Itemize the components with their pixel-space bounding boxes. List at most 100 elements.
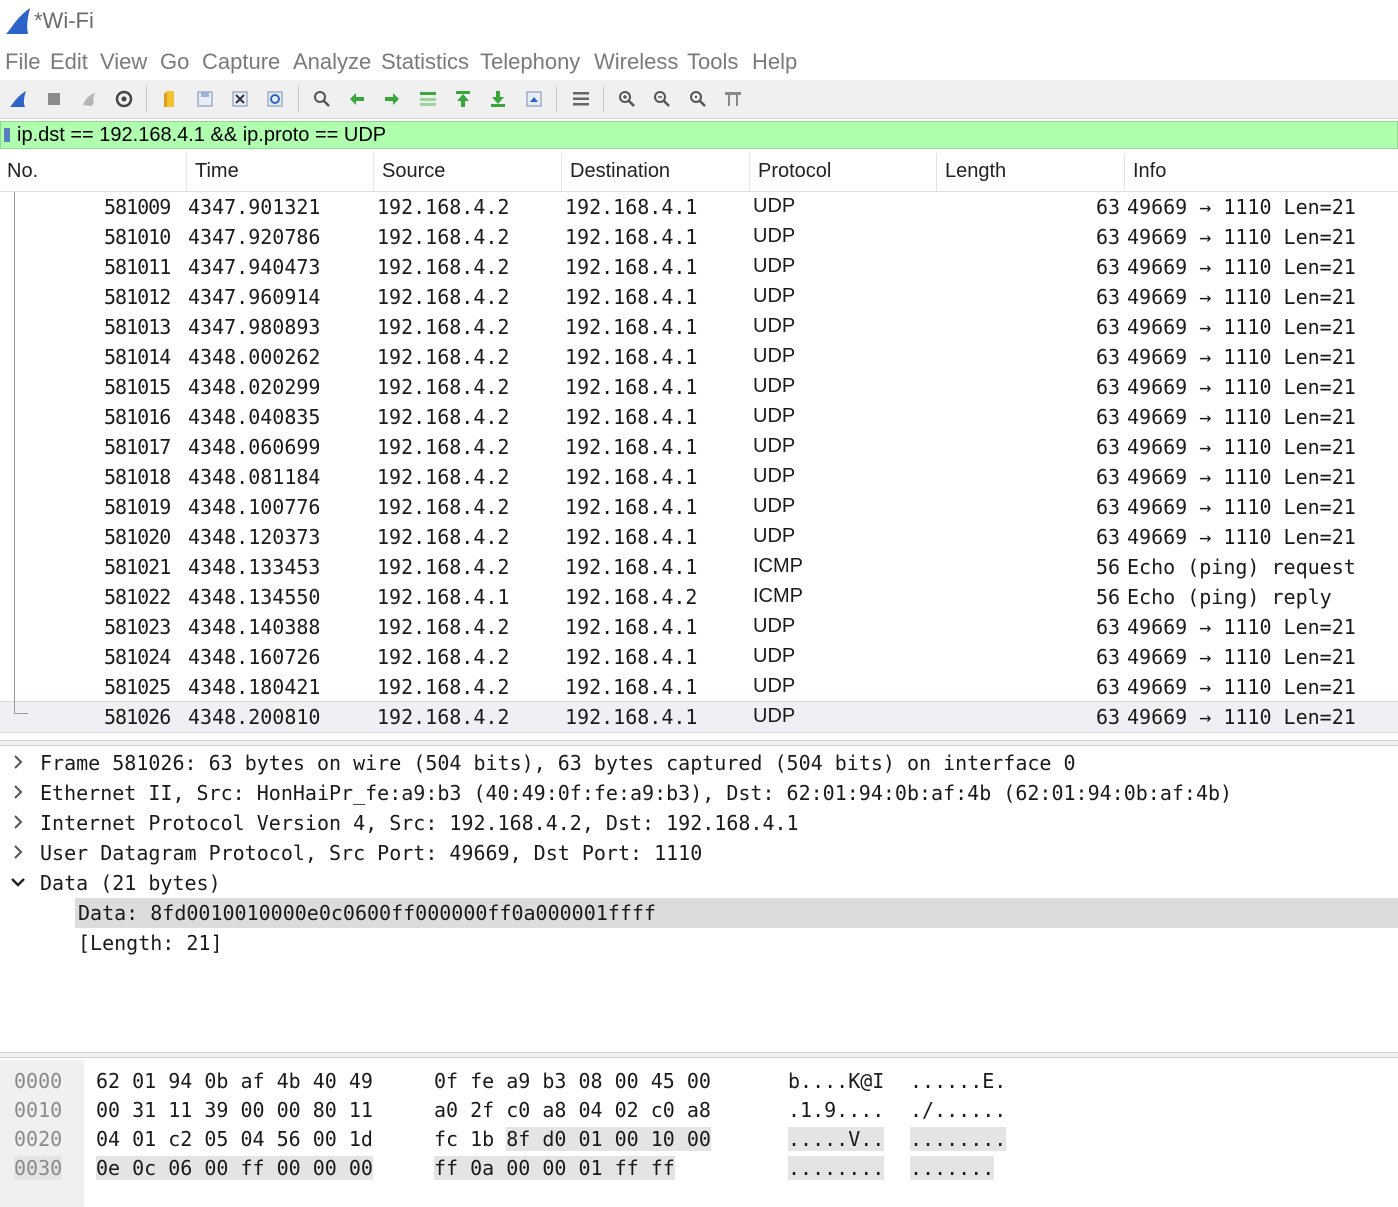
column-header-protocol[interactable]: Protocol: [758, 160, 831, 183]
chevron-right-icon[interactable]: [8, 751, 28, 773]
hex-a2: ......E.: [910, 1069, 1007, 1093]
open-folder-icon[interactable]: [158, 87, 182, 111]
packet-row[interactable]: 581009 4347.901321 192.168.4.2 192.168.4.1 U…: [0, 192, 1398, 222]
packet-no: 581025: [104, 675, 171, 699]
menu-go[interactable]: Go: [160, 49, 189, 75]
packet-row[interactable]: 581012 4347.960914 192.168.4.2 192.168.4.1 U…: [0, 282, 1398, 312]
packet-no: 581014: [104, 345, 171, 369]
packet-row[interactable]: 581025 4348.180421 192.168.4.2 192.168.4.1 U…: [0, 672, 1398, 702]
detail-tree-item[interactable]: Data (21 bytes): [0, 868, 1398, 898]
close-file-icon[interactable]: [228, 87, 252, 111]
column-header-source[interactable]: Source: [382, 160, 445, 183]
packet-row[interactable]: 581015 4348.020299 192.168.4.2 192.168.4.1 U…: [0, 372, 1398, 402]
menu-edit[interactable]: Edit: [50, 49, 88, 75]
go-to-packet-icon[interactable]: [416, 87, 440, 111]
packet-row[interactable]: 581013 4347.980893 192.168.4.2 192.168.4.1 U…: [0, 312, 1398, 342]
menu-help[interactable]: Help: [752, 49, 797, 75]
chevron-right-icon[interactable]: [8, 781, 28, 803]
pane-splitter[interactable]: [0, 740, 1398, 746]
pane-splitter[interactable]: [0, 1052, 1398, 1058]
packet-row[interactable]: 581024 4348.160726 192.168.4.2 192.168.4.1 U…: [0, 642, 1398, 672]
packet-src: 192.168.4.2: [377, 225, 510, 249]
packet-proto: UDP: [753, 225, 796, 247]
hex-row[interactable]: 0030 0e 0c 06 00 ff 00 00 00 ff 0a 00 00 0…: [0, 1152, 1398, 1181]
chevron-right-icon[interactable]: [8, 811, 28, 833]
menu-file[interactable]: File: [5, 49, 40, 75]
options-gear-icon[interactable]: [112, 87, 136, 111]
resize-columns-icon[interactable]: [721, 87, 745, 111]
go-forward-icon[interactable]: [380, 87, 404, 111]
column-header-info[interactable]: Info: [1133, 160, 1166, 183]
find-icon[interactable]: [310, 87, 334, 111]
packet-row[interactable]: 581018 4348.081184 192.168.4.2 192.168.4.1 U…: [0, 462, 1398, 492]
column-header-no[interactable]: No.: [7, 160, 38, 183]
packet-row[interactable]: 581014 4348.000262 192.168.4.2 192.168.4.1 U…: [0, 342, 1398, 372]
menu-tools[interactable]: Tools: [687, 49, 738, 75]
packet-info: 49669 → 1110 Len=21: [1127, 465, 1356, 489]
shark-fin-start-icon[interactable]: [6, 87, 30, 111]
go-back-icon[interactable]: [345, 87, 369, 111]
packet-row[interactable]: 581023 4348.140388 192.168.4.2 192.168.4.1 U…: [0, 612, 1398, 642]
colorize-icon[interactable]: [569, 87, 593, 111]
detail-tree-item[interactable]: User Datagram Protocol, Src Port: 49669,…: [0, 838, 1398, 868]
detail-tree-item[interactable]: Frame 581026: 63 bytes on wire (504 bits…: [0, 748, 1398, 778]
column-header-destination[interactable]: Destination: [570, 160, 670, 183]
restart-icon[interactable]: [77, 87, 101, 111]
packet-src: 192.168.4.2: [377, 495, 510, 519]
bookmark-icon[interactable]: [4, 128, 10, 142]
zoom-out-icon[interactable]: [650, 87, 674, 111]
hex-row[interactable]: 0000 62 01 94 0b af 4b 40 49 0f fe a9 b3 0…: [0, 1065, 1398, 1094]
menu-statistics[interactable]: Statistics: [381, 49, 469, 75]
packet-row[interactable]: 581026 4348.200810 192.168.4.2 192.168.4.1 U…: [0, 701, 1398, 733]
detail-tree-item[interactable]: Internet Protocol Version 4, Src: 192.16…: [0, 808, 1398, 838]
packet-row[interactable]: 581011 4347.940473 192.168.4.2 192.168.4.1 U…: [0, 252, 1398, 282]
packet-dst: 192.168.4.1: [565, 525, 698, 549]
packet-row[interactable]: 581022 4348.134550 192.168.4.1 192.168.4.2 I…: [0, 582, 1398, 612]
save-file-icon[interactable]: [193, 87, 217, 111]
normal-size-icon[interactable]: [686, 87, 710, 111]
packet-proto: UDP: [753, 345, 796, 367]
packet-time: 4347.960914: [188, 285, 321, 309]
packet-len: 63: [1096, 285, 1121, 309]
chevron-right-icon[interactable]: [8, 841, 28, 863]
autoscroll-icon[interactable]: [522, 87, 546, 111]
hex-b1: 0e 0c 06 00 ff 00 00 00: [96, 1156, 373, 1180]
packet-time: 4348.100776: [188, 495, 321, 519]
detail-tree-item[interactable]: Ethernet II, Src: HonHaiPr_fe:a9:b3 (40:…: [0, 778, 1398, 808]
packet-proto: UDP: [753, 195, 796, 217]
detail-child-item[interactable]: Data: 8fd0010010000e0c0600ff000000ff0a00…: [0, 898, 1398, 928]
column-header-length[interactable]: Length: [945, 160, 1006, 183]
menu-analyze[interactable]: Analyze: [293, 49, 371, 75]
zoom-in-icon[interactable]: [615, 87, 639, 111]
display-filter-input[interactable]: [17, 122, 1317, 148]
packet-time: 4348.020299: [188, 375, 321, 399]
packet-list-header: No. Time Source Destination Protocol Len…: [0, 153, 1398, 192]
menu-wireless[interactable]: Wireless: [594, 49, 678, 75]
hex-row[interactable]: 0020 04 01 c2 05 04 56 00 1d fc 1b 8f d0 0…: [0, 1123, 1398, 1152]
packet-dst: 192.168.4.1: [565, 285, 698, 309]
menu-capture[interactable]: Capture: [202, 49, 280, 75]
last-packet-icon[interactable]: [486, 87, 510, 111]
packet-proto: UDP: [753, 465, 796, 487]
packet-row[interactable]: 581010 4347.920786 192.168.4.2 192.168.4.1 U…: [0, 222, 1398, 252]
packet-row[interactable]: 581020 4348.120373 192.168.4.2 192.168.4.1 U…: [0, 522, 1398, 552]
packet-row[interactable]: 581021 4348.133453 192.168.4.2 192.168.4.1 I…: [0, 552, 1398, 582]
detail-label: Data: 8fd0010010000e0c0600ff000000ff0a00…: [78, 901, 656, 925]
packet-list: 581009 4347.901321 192.168.4.2 192.168.4.1 U…: [0, 192, 1398, 733]
column-header-time[interactable]: Time: [195, 160, 239, 183]
chevron-down-icon[interactable]: [8, 871, 28, 893]
packet-info: 49669 → 1110 Len=21: [1127, 285, 1356, 309]
packet-row[interactable]: 581017 4348.060699 192.168.4.2 192.168.4.1 U…: [0, 432, 1398, 462]
packet-row[interactable]: 581016 4348.040835 192.168.4.2 192.168.4.1 U…: [0, 402, 1398, 432]
hex-row[interactable]: 0010 00 31 11 39 00 00 80 11 a0 2f c0 a8 0…: [0, 1094, 1398, 1123]
first-packet-icon[interactable]: [451, 87, 475, 111]
menu-view[interactable]: View: [100, 49, 147, 75]
packet-src: 192.168.4.2: [377, 315, 510, 339]
packet-proto: UDP: [753, 435, 796, 457]
packet-row[interactable]: 581019 4348.100776 192.168.4.2 192.168.4.1 U…: [0, 492, 1398, 522]
menu-telephony[interactable]: Telephony: [480, 49, 580, 75]
reload-icon[interactable]: [263, 87, 287, 111]
detail-child-item[interactable]: [Length: 21]: [0, 928, 1398, 958]
stop-icon[interactable]: [42, 87, 66, 111]
packet-time: 4347.980893: [188, 315, 321, 339]
